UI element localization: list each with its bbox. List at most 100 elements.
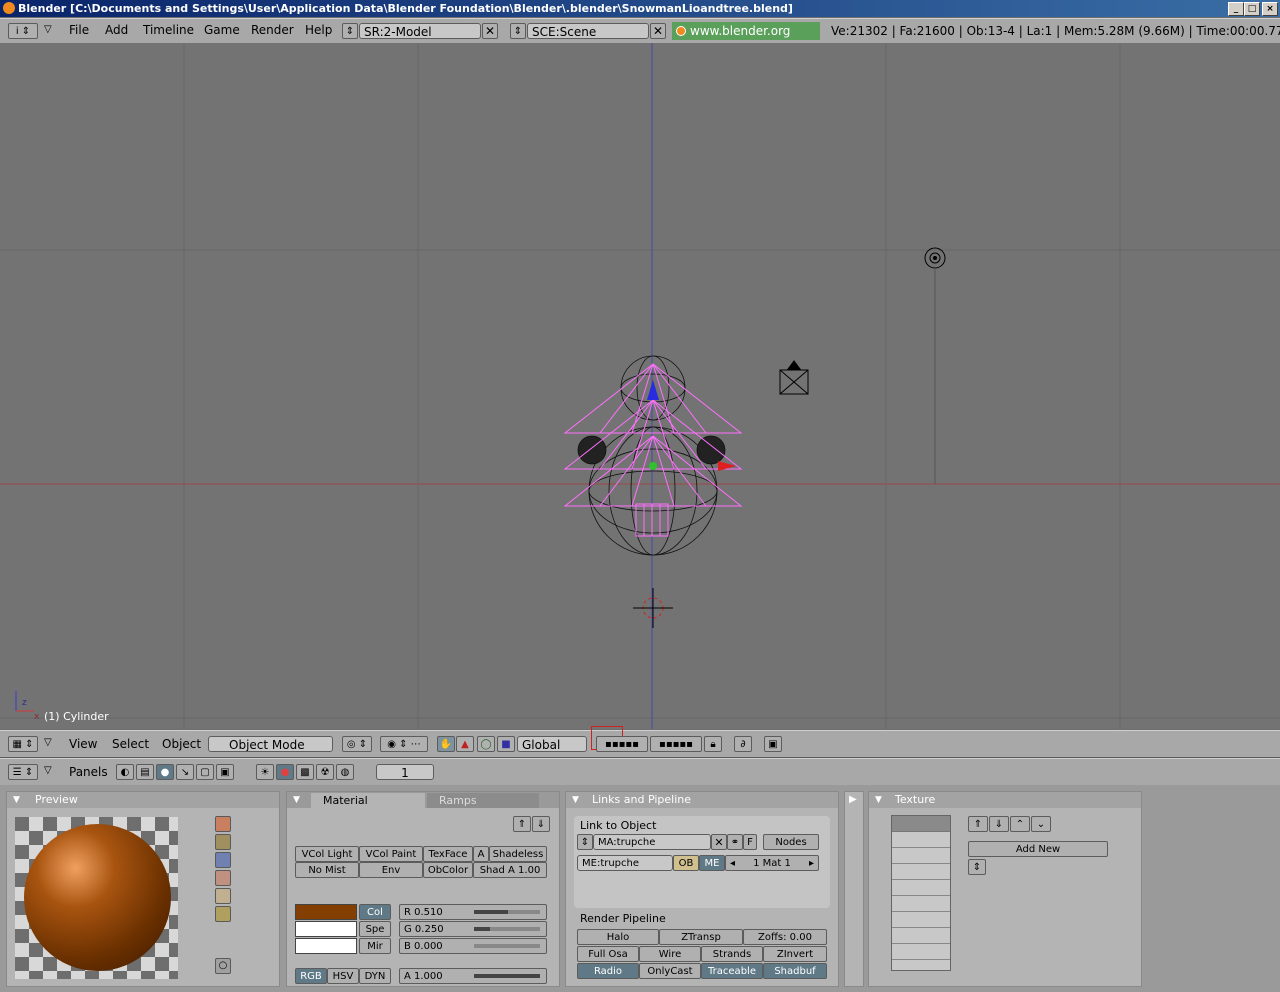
mir-button[interactable]: Mir xyxy=(359,938,391,954)
material-slot-field[interactable]: ◂ 1 Mat 1 ▸ xyxy=(725,855,819,871)
menu-game[interactable]: Game xyxy=(204,19,240,41)
texture-channel-0[interactable] xyxy=(892,816,950,832)
website-link[interactable]: www.blender.org 249.2 xyxy=(672,22,820,56)
spe-button[interactable]: Spe xyxy=(359,921,391,937)
nodes-button[interactable]: Nodes xyxy=(763,834,819,850)
preview-cube-icon[interactable] xyxy=(215,852,231,868)
paste-material-icon[interactable]: ⇓ xyxy=(532,816,550,832)
preview-hair-icon[interactable] xyxy=(215,888,231,904)
world-sub-icon[interactable]: ◍ xyxy=(336,764,354,780)
full-osa-button[interactable]: Full Osa xyxy=(577,946,639,962)
alpha-slider[interactable]: A 1.000 xyxy=(399,968,547,984)
scale-icon[interactable]: ■ xyxy=(497,736,515,752)
alpha-toggle-button[interactable]: A xyxy=(473,846,489,862)
texture-channel-6[interactable] xyxy=(892,912,950,928)
tab-ramps[interactable]: Ramps xyxy=(427,793,539,808)
preview-sky-icon[interactable] xyxy=(215,906,231,922)
collapsed-panel-strip[interactable]: ▶ xyxy=(844,791,864,987)
translate-icon[interactable]: ▲ xyxy=(456,736,474,752)
frame-number-field[interactable]: 1 xyxy=(376,764,434,780)
vcol-light-button[interactable]: VCol Light xyxy=(295,846,359,862)
rotate-icon[interactable]: ◯ xyxy=(477,736,495,752)
draw-type-button[interactable]: ◎ ⇕ xyxy=(342,736,372,752)
menu-select[interactable]: Select xyxy=(112,733,149,755)
shading-context-icon[interactable]: ● xyxy=(156,764,174,780)
menu-add[interactable]: Add xyxy=(105,19,128,41)
texture-channel-7[interactable] xyxy=(892,928,950,944)
material-browse-button[interactable]: ⇕ xyxy=(577,834,593,850)
mirror-color-swatch[interactable] xyxy=(295,938,357,954)
specular-color-swatch[interactable] xyxy=(295,921,357,937)
texture-channel-1[interactable] xyxy=(892,832,950,848)
strands-button[interactable]: Strands xyxy=(701,946,763,962)
texture-channel-5[interactable] xyxy=(892,896,950,912)
mode-dropdown[interactable]: Object Mode xyxy=(208,736,333,752)
hand-icon[interactable]: ✋ xyxy=(437,736,455,752)
texture-channel-3[interactable] xyxy=(892,864,950,880)
onlycast-button[interactable]: OnlyCast xyxy=(639,963,701,979)
editing-context-icon[interactable]: ▢ xyxy=(196,764,214,780)
traceable-button[interactable]: Traceable xyxy=(701,963,763,979)
unlink-material-icon[interactable]: ✕ xyxy=(711,834,727,850)
texture-panel-header[interactable]: ▼ Texture xyxy=(869,792,1141,808)
shadbuf-button[interactable]: Shadbuf xyxy=(763,963,827,979)
fake-user-button[interactable]: F xyxy=(743,834,757,850)
menu-file[interactable]: File xyxy=(69,19,89,41)
no-mist-button[interactable]: No Mist xyxy=(295,862,359,878)
collapse-arrow-icon[interactable]: ▽ xyxy=(44,737,52,748)
3d-viewport[interactable]: z x (1) Cylinder xyxy=(0,43,1280,729)
scene-name-field[interactable]: SCE:Scene xyxy=(527,23,649,39)
ob-link-button[interactable]: OB xyxy=(673,855,699,871)
menu-help[interactable]: Help xyxy=(305,19,332,41)
move-up-icon[interactable]: ⌃ xyxy=(1010,816,1030,832)
pivot-button[interactable]: ◉ ⇕ ⋯ xyxy=(380,736,428,752)
green-slider[interactable]: G 0.250 xyxy=(399,921,547,937)
diffuse-color-swatch[interactable] xyxy=(295,904,357,920)
delete-screen-icon[interactable]: ✕ xyxy=(482,23,498,39)
preview-panel-header[interactable]: ▼ Preview xyxy=(7,792,279,808)
collapse-triangle-icon[interactable]: ▼ xyxy=(293,792,300,808)
slot-increment-icon[interactable]: ▸ xyxy=(809,856,814,870)
texture-channel-list[interactable] xyxy=(891,815,951,971)
dyn-mode-button[interactable]: DYN xyxy=(359,968,391,984)
hsv-mode-button[interactable]: HSV xyxy=(327,968,359,984)
slot-decrement-icon[interactable]: ◂ xyxy=(730,856,735,870)
lamp-sub-icon[interactable]: ☀ xyxy=(256,764,274,780)
me-link-button[interactable]: ME xyxy=(699,855,725,871)
editor-type-button[interactable]: i ⇕ xyxy=(8,23,38,39)
render-icon[interactable]: ▣ xyxy=(764,736,782,752)
add-new-texture-button[interactable]: Add New xyxy=(968,841,1108,857)
expand-triangle-icon[interactable]: ▶ xyxy=(849,794,857,805)
layer-buttons-group-1[interactable]: ▪▪▪▪▪ xyxy=(596,736,648,752)
shadeless-button[interactable]: Shadeless xyxy=(489,846,547,862)
preview-refresh-icon[interactable]: ○ xyxy=(215,958,231,974)
collapse-triangle-icon[interactable]: ▼ xyxy=(572,792,579,808)
orientation-dropdown[interactable]: Global xyxy=(517,736,587,752)
auto-name-icon[interactable]: ⚭ xyxy=(727,834,743,850)
texture-channel-2[interactable] xyxy=(892,848,950,864)
menu-render[interactable]: Render xyxy=(251,19,294,41)
script-context-icon[interactable]: ▤ xyxy=(136,764,154,780)
shad-alpha-field[interactable]: Shad A 1.00 xyxy=(473,862,547,878)
blue-slider[interactable]: B 0.000 xyxy=(399,938,547,954)
ztransp-button[interactable]: ZTransp xyxy=(659,929,743,945)
texture-channel-4[interactable] xyxy=(892,880,950,896)
collapse-arrow-icon[interactable]: ▽ xyxy=(44,24,52,35)
copy-texture-icon[interactable]: ⇑ xyxy=(968,816,988,832)
red-slider[interactable]: R 0.510 xyxy=(399,904,547,920)
minimize-button[interactable]: _ xyxy=(1228,2,1244,16)
logic-context-icon[interactable]: ◐ xyxy=(116,764,134,780)
screen-browse-button[interactable]: ⇕ xyxy=(342,23,358,39)
delete-scene-icon[interactable]: ✕ xyxy=(650,23,666,39)
links-panel-header[interactable]: ▼ Links and Pipeline xyxy=(566,792,838,808)
env-button[interactable]: Env xyxy=(359,862,423,878)
collapse-triangle-icon[interactable]: ▼ xyxy=(875,792,882,808)
material-sub-icon[interactable]: ● xyxy=(276,764,294,780)
zoffs-field[interactable]: Zoffs: 0.00 xyxy=(743,929,827,945)
radiosity-sub-icon[interactable]: ☢ xyxy=(316,764,334,780)
menu-object[interactable]: Object xyxy=(162,733,201,755)
object-context-icon[interactable]: ↘ xyxy=(176,764,194,780)
obcolor-button[interactable]: ObColor xyxy=(423,862,473,878)
collapse-triangle-icon[interactable]: ▼ xyxy=(13,792,20,808)
tab-material[interactable]: Material xyxy=(311,793,425,808)
